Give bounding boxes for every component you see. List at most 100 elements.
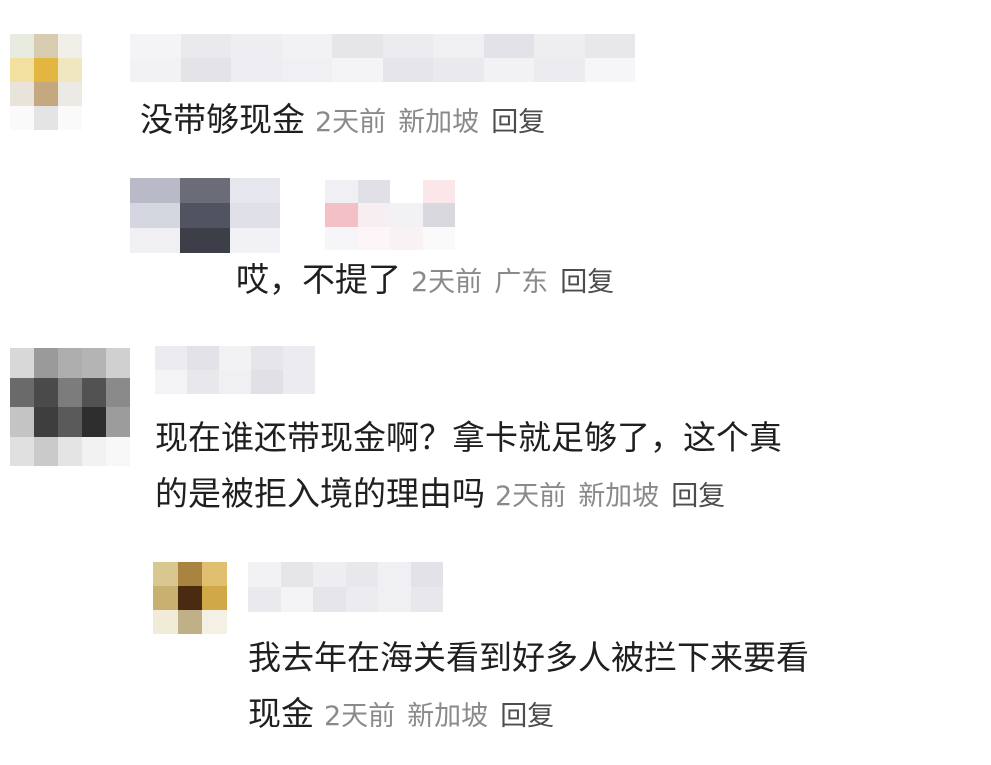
name-pixel bbox=[283, 370, 315, 394]
avatar[interactable] bbox=[10, 34, 82, 130]
name-pixel bbox=[357, 203, 390, 227]
avatar-pixel bbox=[10, 106, 34, 130]
comment-location: 广东 bbox=[494, 267, 549, 298]
avatar-pixel bbox=[106, 407, 130, 437]
name-pixel bbox=[130, 34, 181, 58]
avatar-pixel bbox=[106, 377, 130, 407]
comment-meta: 2天前 广东 回复 bbox=[411, 267, 626, 298]
avatar-pixel bbox=[34, 348, 58, 378]
name-pixel bbox=[483, 34, 534, 58]
name-pixel bbox=[345, 562, 378, 587]
avatar[interactable] bbox=[10, 348, 130, 466]
avatar-pixel bbox=[34, 106, 58, 130]
avatar-pixel bbox=[34, 377, 58, 407]
avatar-pixel bbox=[202, 586, 227, 610]
name-pixel bbox=[584, 58, 635, 82]
comment-body-line-2: 的是被拒入境的理由吗 bbox=[155, 474, 485, 513]
avatar-pixel bbox=[177, 562, 203, 586]
username-blurred[interactable] bbox=[130, 34, 635, 82]
comment-meta: 2天前 新加坡 回复 bbox=[324, 701, 566, 732]
name-pixel bbox=[584, 34, 635, 58]
avatar-pixel bbox=[130, 203, 180, 228]
name-pixel bbox=[410, 587, 443, 612]
avatar-pixel bbox=[177, 610, 203, 634]
username-blurred[interactable] bbox=[155, 346, 315, 394]
avatar-pixel bbox=[82, 407, 106, 437]
comment-body-line-2: 现金 bbox=[248, 694, 314, 733]
avatar-pixel bbox=[180, 178, 230, 203]
username-blurred[interactable] bbox=[325, 180, 455, 250]
name-pixel bbox=[219, 346, 251, 370]
name-pixel bbox=[283, 346, 315, 370]
comment-location: 新加坡 bbox=[398, 107, 480, 138]
avatar-pixel bbox=[10, 377, 34, 407]
name-pixel bbox=[382, 34, 433, 58]
name-pixel bbox=[390, 203, 423, 227]
name-pixel bbox=[155, 370, 187, 394]
avatar-pixel bbox=[180, 203, 230, 228]
avatar-pixel bbox=[202, 610, 227, 634]
avatar-pixel bbox=[153, 586, 178, 610]
avatar-pixel bbox=[10, 436, 34, 466]
name-pixel bbox=[251, 346, 283, 370]
comment-location: 新加坡 bbox=[578, 481, 660, 512]
avatar-pixel bbox=[58, 348, 82, 378]
avatar-pixel bbox=[230, 203, 280, 228]
name-pixel bbox=[422, 203, 455, 227]
avatar[interactable] bbox=[130, 178, 280, 253]
avatar-pixel bbox=[34, 82, 58, 106]
reply-button[interactable]: 回复 bbox=[500, 701, 554, 732]
avatar-pixel bbox=[34, 58, 58, 82]
comment-body-line-1: 现在谁还带现金啊？拿卡就足够了，这个真 bbox=[155, 418, 782, 457]
name-pixel bbox=[325, 203, 358, 227]
name-pixel bbox=[422, 226, 455, 250]
comment-text: 没带够现金 2天前 新加坡 回复 bbox=[140, 92, 557, 151]
name-pixel bbox=[422, 180, 455, 204]
avatar-pixel bbox=[202, 562, 227, 586]
reply-button[interactable]: 回复 bbox=[560, 267, 614, 298]
name-pixel bbox=[231, 34, 282, 58]
avatar-pixel bbox=[82, 348, 106, 378]
name-pixel bbox=[332, 58, 383, 82]
reply-button[interactable]: 回复 bbox=[671, 481, 725, 512]
name-pixel bbox=[410, 562, 443, 587]
comment-meta: 2天前 新加坡 回复 bbox=[495, 481, 737, 512]
name-pixel bbox=[345, 587, 378, 612]
avatar-pixel bbox=[10, 58, 34, 82]
name-pixel bbox=[130, 58, 181, 82]
avatar-pixel bbox=[177, 586, 203, 610]
name-pixel bbox=[280, 587, 313, 612]
reply-button[interactable]: 回复 bbox=[491, 107, 545, 138]
name-pixel bbox=[155, 346, 187, 370]
comment-time: 2天前 bbox=[315, 107, 387, 138]
comment-time: 2天前 bbox=[495, 481, 567, 512]
avatar-pixel bbox=[58, 407, 82, 437]
comment-text: 现在谁还带现金啊？拿卡就足够了，这个真 的是被拒入境的理由吗 2天前 新加坡 回复 bbox=[155, 410, 782, 525]
name-pixel bbox=[534, 34, 585, 58]
name-pixel bbox=[433, 34, 484, 58]
name-pixel bbox=[248, 562, 281, 587]
comment-text: 哎，不提了 2天前 广东 回复 bbox=[236, 252, 626, 311]
name-pixel bbox=[390, 180, 423, 204]
avatar-pixel bbox=[58, 377, 82, 407]
comment-location: 新加坡 bbox=[407, 701, 489, 732]
name-pixel bbox=[433, 58, 484, 82]
name-pixel bbox=[180, 34, 231, 58]
avatar-pixel bbox=[58, 58, 82, 82]
comment-body-line-1: 我去年在海关看到好多人被拦下来要看 bbox=[248, 638, 809, 677]
name-pixel bbox=[187, 370, 219, 394]
name-pixel bbox=[180, 58, 231, 82]
avatar-pixel bbox=[10, 34, 34, 58]
avatar-pixel bbox=[34, 436, 58, 466]
name-pixel bbox=[483, 58, 534, 82]
avatar-pixel bbox=[180, 228, 230, 253]
avatar-pixel bbox=[82, 436, 106, 466]
name-pixel bbox=[281, 58, 332, 82]
avatar-pixel bbox=[10, 407, 34, 437]
avatar-pixel bbox=[58, 106, 82, 130]
avatar-pixel bbox=[58, 34, 82, 58]
avatar[interactable] bbox=[153, 562, 227, 634]
avatar-pixel bbox=[230, 228, 280, 253]
username-blurred[interactable] bbox=[248, 562, 443, 612]
name-pixel bbox=[357, 180, 390, 204]
